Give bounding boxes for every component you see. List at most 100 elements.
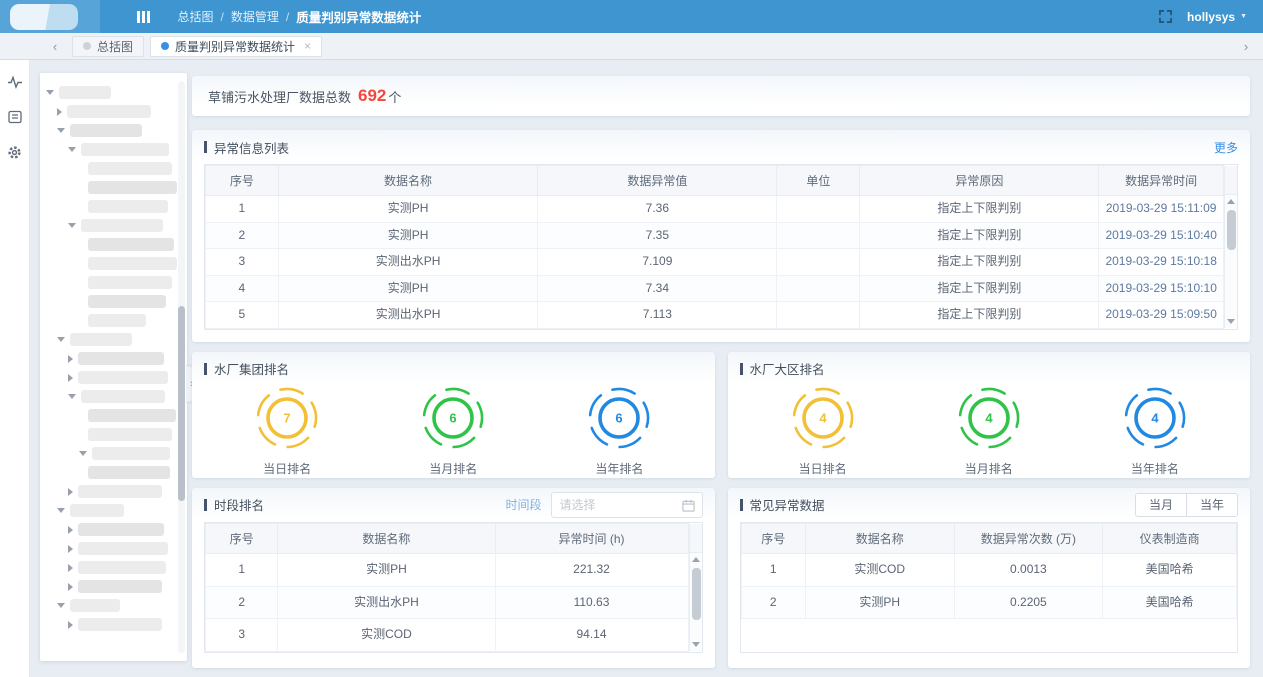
chevron-right-icon[interactable]	[68, 355, 73, 363]
breadcrumb-item[interactable]: 总括图	[178, 8, 214, 25]
tree-node[interactable]	[40, 387, 177, 406]
table-scrollbar[interactable]	[1224, 166, 1237, 328]
redacted-tree-label	[78, 371, 168, 384]
tree-node[interactable]	[40, 615, 177, 634]
chevron-right-icon[interactable]	[68, 564, 73, 572]
chevron-down-icon[interactable]	[79, 451, 87, 456]
redacted-tree-label	[88, 428, 172, 441]
tree-node[interactable]	[40, 254, 177, 273]
current-month-button[interactable]: 当月	[1135, 493, 1186, 517]
activity-monitor-icon[interactable]	[7, 75, 23, 89]
tree-node[interactable]	[40, 216, 177, 235]
redacted-tree-label	[78, 523, 164, 536]
chevron-down-icon[interactable]	[68, 394, 76, 399]
time-range-picker[interactable]	[551, 492, 703, 518]
breadcrumb-item[interactable]: 数据管理	[231, 8, 279, 25]
fullscreen-icon[interactable]	[1159, 10, 1172, 23]
tree-node[interactable]	[40, 83, 177, 102]
tree-node[interactable]	[40, 425, 177, 444]
tree-node[interactable]	[40, 121, 177, 140]
table-cell: 0.2205	[954, 586, 1103, 619]
chevron-down-icon[interactable]	[57, 128, 65, 133]
tree-node[interactable]	[40, 311, 177, 330]
tree-node[interactable]	[40, 197, 177, 216]
table-cell: 221.32	[495, 553, 688, 586]
tree-node[interactable]	[40, 463, 177, 482]
column-header: 序号	[206, 166, 279, 196]
redacted-tree-label	[78, 618, 162, 631]
menu-icon[interactable]	[137, 11, 150, 23]
tree-node[interactable]	[40, 273, 177, 292]
tree-node[interactable]	[40, 235, 177, 254]
tree-node[interactable]	[40, 159, 177, 178]
table-cell: 1	[206, 553, 278, 586]
table-cell: 实测PH	[805, 586, 954, 619]
tab-1[interactable]: 质量判别异常数据统计 ×	[150, 36, 322, 57]
title-accent-bar	[740, 363, 743, 375]
tree-node[interactable]	[40, 368, 177, 387]
chevron-right-icon[interactable]	[57, 108, 62, 116]
tabs-scroll-left-icon[interactable]: ‹	[46, 40, 64, 53]
chevron-down-icon[interactable]	[57, 337, 65, 342]
redacted-tree-label	[88, 181, 177, 194]
user-menu[interactable]: hollysys ▼	[1187, 10, 1247, 24]
tree-node[interactable]	[40, 444, 177, 463]
redacted-tree-label	[88, 200, 168, 213]
tree-node[interactable]	[40, 102, 177, 121]
table-cell: 指定上下限判别	[860, 222, 1099, 249]
tree-node[interactable]	[40, 596, 177, 615]
chevron-down-icon[interactable]	[57, 603, 65, 608]
tab-0[interactable]: 总括图	[72, 36, 144, 57]
tree-node[interactable]	[40, 539, 177, 558]
tree-scrollbar[interactable]	[178, 81, 185, 653]
tree-node[interactable]	[40, 482, 177, 501]
tree-node[interactable]	[40, 501, 177, 520]
scroll-down-icon[interactable]	[1227, 319, 1235, 324]
scroll-thumb[interactable]	[1227, 210, 1236, 250]
group-ranking-panel: 水厂集团排名 7 当日排名 6 当月排名	[192, 352, 715, 478]
tree-node[interactable]	[40, 330, 177, 349]
scroll-up-icon[interactable]	[692, 557, 700, 562]
chevron-right-icon[interactable]	[68, 621, 73, 629]
form-list-icon[interactable]	[8, 110, 22, 124]
time-range-input[interactable]	[560, 498, 676, 512]
redacted-tree-label	[78, 580, 162, 593]
gear-icon[interactable]	[7, 145, 22, 160]
close-icon[interactable]: ×	[304, 39, 311, 53]
redacted-tree-label	[81, 390, 165, 403]
tree-node[interactable]	[40, 558, 177, 577]
tree-scroll-thumb[interactable]	[178, 306, 185, 501]
scroll-up-icon[interactable]	[1227, 199, 1235, 204]
current-year-button[interactable]: 当年	[1186, 493, 1238, 517]
scroll-thumb[interactable]	[692, 568, 701, 620]
scroll-down-icon[interactable]	[692, 642, 700, 647]
chevron-right-icon[interactable]	[68, 526, 73, 534]
scroll-track[interactable]	[1225, 208, 1237, 315]
tree-node[interactable]	[40, 140, 177, 159]
chevron-down-icon[interactable]	[68, 223, 76, 228]
chevron-right-icon[interactable]	[68, 545, 73, 553]
chevron-right-icon[interactable]	[68, 488, 73, 496]
tree-node[interactable]	[40, 406, 177, 425]
region-ranking-panel: 水厂大区排名 4 当日排名 4 当月排名	[728, 352, 1251, 478]
rank-badge: 6 当月排名	[421, 386, 485, 477]
more-link[interactable]: 更多	[1214, 139, 1238, 156]
table-scrollbar[interactable]	[689, 524, 702, 651]
chevron-down-icon[interactable]	[68, 147, 76, 152]
tree-node[interactable]	[40, 178, 177, 197]
table-row: 1实测COD0.0013美国哈希	[741, 553, 1237, 586]
rank-badge: 6 当年排名	[587, 386, 651, 477]
scroll-track[interactable]	[690, 566, 702, 638]
breadcrumb-item[interactable]: 质量判别异常数据统计	[296, 7, 421, 26]
chevron-right-icon[interactable]	[68, 583, 73, 591]
section-title: 常见异常数据	[740, 495, 825, 514]
tree-node[interactable]	[40, 292, 177, 311]
table-cell: 实测出水PH	[278, 249, 538, 276]
chevron-down-icon[interactable]	[57, 508, 65, 513]
tree-node[interactable]	[40, 577, 177, 596]
chevron-right-icon[interactable]	[68, 374, 73, 382]
tree-node[interactable]	[40, 520, 177, 539]
chevron-down-icon[interactable]	[46, 90, 54, 95]
tabs-scroll-right-icon[interactable]: ›	[1237, 40, 1255, 53]
tree-node[interactable]	[40, 349, 177, 368]
